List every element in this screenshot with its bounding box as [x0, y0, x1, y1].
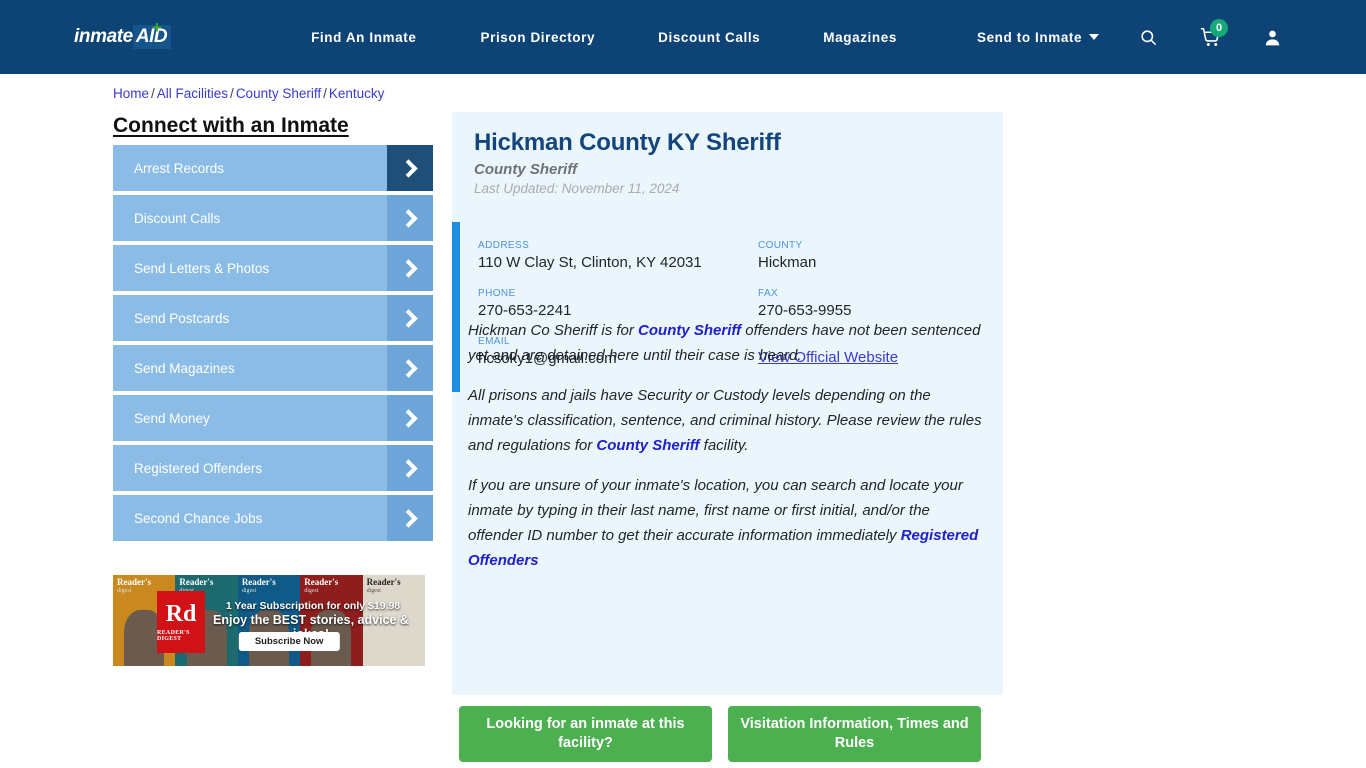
chevron-right-icon [387, 245, 433, 291]
breadcrumb-item-home[interactable]: Home [113, 86, 149, 101]
chevron-right-icon [387, 445, 433, 491]
nav-item-send-to-inmate-label: Send to Inmate [976, 29, 1083, 45]
chevron-right-icon [387, 145, 433, 191]
info-county: COUNTY Hickman [758, 240, 978, 272]
cta-button-row: Looking for an inmate at this facility? … [459, 706, 981, 762]
advertisement-banner[interactable]: Reader's digest Reader's digest Reader's… [113, 575, 425, 666]
paragraph-1-text-a: Hickman Co Sheriff is for [468, 322, 639, 339]
breadcrumb-item-all-facilities[interactable]: All Facilities [157, 86, 228, 101]
description-paragraph-2: All prisons and jails have Security or C… [468, 383, 984, 458]
description-paragraph-1: Hickman Co Sheriff is for County Sheriff… [468, 318, 984, 368]
sidebar-item-second-chance-jobs[interactable]: Second Chance Jobs [113, 495, 433, 541]
nav-item-send-to-inmate[interactable]: Send to Inmate [976, 29, 1100, 45]
breadcrumb: Home / All Facilities / County Sheriff / Kentu… [113, 86, 384, 101]
description-paragraph-3: If you are unsure of your inmate's locat… [468, 473, 984, 573]
info-address: ADDRESS 110 W Clay St, Clinton, KY 42031 [478, 240, 758, 272]
ad-cover-subtitle: digest [241, 588, 257, 594]
nav-item-discount-calls[interactable]: Discount Calls [658, 30, 760, 45]
visitation-info-button[interactable]: Visitation Information, Times and Rules [728, 706, 981, 762]
sidebar-item-label: Arrest Records [134, 160, 225, 176]
info-value: 110 W Clay St, Clinton, KY 42031 [478, 254, 702, 271]
ad-cover-title: Reader's [241, 577, 276, 587]
sidebar-item-arrest-records[interactable]: Arrest Records [113, 145, 433, 191]
info-label: FAX [758, 288, 779, 299]
ad-cover-title: Reader's [366, 577, 401, 587]
info-phone: PHONE 270-653-2241 [478, 288, 758, 320]
paragraph-3-text-a: If you are unsure of your inmate's locat… [468, 477, 963, 544]
breadcrumb-item-kentucky[interactable]: Kentucky [329, 86, 385, 101]
info-value: Hickman [758, 254, 817, 271]
accent-bar [452, 222, 460, 392]
facility-header: Hickman County KY Sheriff County Sheriff… [452, 112, 1003, 196]
breadcrumb-item-county-sheriff[interactable]: County Sheriff [236, 86, 321, 101]
info-label: ADDRESS [478, 240, 530, 251]
chevron-right-icon [387, 195, 433, 241]
search-icon[interactable] [1128, 17, 1168, 57]
sidebar-item-send-letters-photos[interactable]: Send Letters & Photos [113, 245, 433, 291]
ad-cover-title: Reader's [304, 577, 339, 587]
sidebar-item-label: Discount Calls [134, 210, 221, 226]
chevron-right-icon [387, 345, 433, 391]
nav-links: Find An Inmate Prison Directory Discount… [311, 29, 1100, 45]
facility-type: County Sheriff [474, 161, 578, 178]
sidebar-item-send-magazines[interactable]: Send Magazines [113, 345, 433, 391]
ad-cover-title: Reader's [179, 577, 214, 587]
sidebar-item-send-postcards[interactable]: Send Postcards [113, 295, 433, 341]
ad-brand-logo: Rd READER'S DIGEST [157, 591, 205, 653]
info-fax: FAX 270-653-9955 [758, 288, 978, 320]
sidebar-item-label: Send Money [134, 410, 210, 426]
site-logo[interactable]: inmate AID + [74, 18, 172, 52]
sidebar-item-label: Registered Offenders [134, 460, 263, 476]
nav-item-magazines[interactable]: Magazines [823, 30, 897, 45]
user-icon[interactable] [1252, 17, 1292, 57]
chevron-down-icon [1089, 33, 1100, 40]
breadcrumb-separator: / [151, 86, 155, 101]
find-inmate-button[interactable]: Looking for an inmate at this facility? [459, 706, 712, 762]
sidebar-heading: Connect with an Inmate [113, 114, 349, 137]
breadcrumb-separator: / [230, 86, 234, 101]
ad-cover-subtitle: digest [304, 588, 319, 594]
sidebar-menu: Arrest Records Discount Calls Send Lette… [113, 145, 433, 545]
paragraph-2-link[interactable]: County Sheriff [596, 437, 699, 454]
breadcrumb-separator: / [323, 86, 327, 101]
sidebar-item-registered-offenders[interactable]: Registered Offenders [113, 445, 433, 491]
sidebar-item-label: Send Magazines [134, 360, 235, 376]
ad-subscribe-button[interactable]: Subscribe Now [238, 632, 340, 651]
paragraph-1-link[interactable]: County Sheriff [638, 322, 741, 339]
nav-item-prison-directory[interactable]: Prison Directory [480, 30, 595, 45]
nav-item-find-an-inmate[interactable]: Find An Inmate [311, 30, 416, 45]
ad-cover-subtitle: digest [117, 588, 132, 594]
paragraph-2-text-b: facility. [699, 437, 749, 454]
chevron-right-icon [387, 295, 433, 341]
cart-icon[interactable]: 0 [1190, 17, 1230, 57]
cart-count-badge: 0 [1210, 19, 1228, 37]
logo-text: inmate [74, 26, 133, 47]
sidebar-item-label: Send Letters & Photos [134, 260, 270, 276]
facility-description: Hickman Co Sheriff is for County Sheriff… [468, 318, 984, 588]
ad-cover-title: Reader's [117, 577, 151, 587]
ad-brand-name: READER'S DIGEST [157, 630, 190, 642]
last-updated: Last Updated: November 11, 2024 [474, 181, 680, 196]
ad-cover-subtitle: digest [366, 588, 381, 594]
sidebar-item-label: Second Chance Jobs [134, 510, 263, 526]
info-label: COUNTY [758, 240, 803, 251]
sidebar-item-send-money[interactable]: Send Money [113, 395, 433, 441]
sidebar-item-discount-calls[interactable]: Discount Calls [113, 195, 433, 241]
page-title: Hickman County KY Sheriff [474, 129, 781, 156]
sidebar-item-label: Send Postcards [134, 310, 230, 326]
chevron-right-icon [387, 395, 433, 441]
ad-brand-initials: Rd [165, 601, 197, 627]
ad-headline: 1 Year Subscription for only $19.98 [225, 600, 401, 612]
top-navbar: inmate AID + Find An Inmate Prison Direc… [0, 0, 1366, 74]
chevron-right-icon [387, 495, 433, 541]
info-label: PHONE [478, 288, 516, 299]
plus-icon: + [152, 18, 162, 37]
nav-icon-group: 0 [1128, 0, 1366, 74]
